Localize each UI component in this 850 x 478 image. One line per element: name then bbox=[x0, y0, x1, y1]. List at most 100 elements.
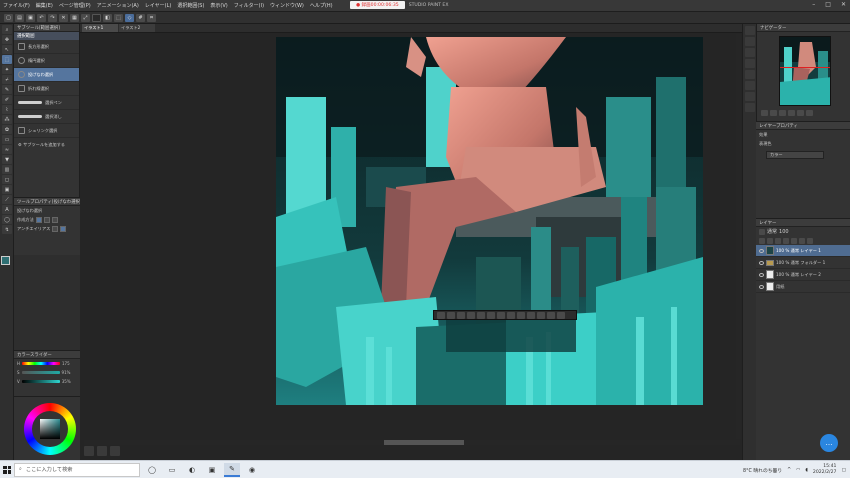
menu-view[interactable]: 表示(V) bbox=[207, 2, 230, 9]
close-icon[interactable]: ✕ bbox=[841, 1, 846, 8]
subtool-group-tab[interactable]: 選択範囲 bbox=[14, 32, 79, 40]
nav-rotate-right-icon[interactable] bbox=[797, 110, 804, 116]
menu-filter[interactable]: フィルター(I) bbox=[231, 2, 267, 9]
zoom-out-icon[interactable] bbox=[84, 446, 94, 456]
subtool-rect-select[interactable]: 長方形選択 bbox=[14, 40, 79, 54]
launcher-shrink-icon[interactable] bbox=[467, 311, 475, 319]
menu-window[interactable]: ウィンドウ(W) bbox=[267, 2, 307, 9]
minimize-icon[interactable]: – bbox=[812, 1, 815, 8]
selection-tool-icon[interactable]: ⬚ bbox=[2, 55, 12, 64]
sub-view-toggle-icon[interactable] bbox=[745, 37, 755, 46]
new-file-icon[interactable]: ▢ bbox=[4, 13, 13, 22]
subtool-polyline-select[interactable]: 折れ線選択 bbox=[14, 82, 79, 96]
open-file-icon[interactable]: ▤ bbox=[15, 13, 24, 22]
notification-icon[interactable]: ▢ bbox=[841, 468, 846, 473]
invert-selection-icon[interactable]: ◧ bbox=[103, 13, 112, 22]
recorder-app-icon[interactable]: ◉ bbox=[244, 463, 260, 477]
info-toggle-icon[interactable] bbox=[745, 103, 755, 112]
canvas-tab-1[interactable]: イラスト1 bbox=[82, 24, 118, 32]
hue-ring[interactable] bbox=[24, 403, 76, 455]
auto-select-icon[interactable]: ✦ bbox=[2, 65, 12, 74]
decoration-tool-icon[interactable]: ✿ bbox=[2, 125, 12, 134]
canvas-artwork[interactable] bbox=[276, 37, 703, 405]
material-toggle-icon[interactable] bbox=[745, 48, 755, 57]
menu-file[interactable]: ファイル(F) bbox=[0, 2, 33, 9]
weather-widget[interactable]: 8°C 晴れのち曇り bbox=[743, 467, 782, 474]
figure-tool-icon[interactable]: ◻ bbox=[2, 175, 12, 184]
operation-tool-icon[interactable]: ↖ bbox=[2, 45, 12, 54]
eyedropper-icon[interactable]: ⌿ bbox=[2, 75, 12, 84]
frame-tool-icon[interactable]: ▣ bbox=[2, 185, 12, 194]
move-tool-icon[interactable]: ✥ bbox=[2, 35, 12, 44]
canvas-tab-2[interactable]: イラスト2 bbox=[119, 24, 155, 32]
chevron-up-icon[interactable]: ^ bbox=[787, 468, 791, 473]
saturation-slider[interactable] bbox=[21, 371, 60, 374]
subtool-ellipse-select[interactable]: 楕円選択 bbox=[14, 54, 79, 68]
zoom-tool-icon[interactable]: ⌕ bbox=[2, 25, 12, 34]
delete-layer-icon[interactable] bbox=[807, 237, 813, 244]
balloon-tool-icon[interactable]: ◯ bbox=[2, 215, 12, 224]
deselect-icon[interactable] bbox=[92, 13, 101, 22]
canvas-vertical-scrollbar[interactable] bbox=[736, 34, 741, 439]
launcher-deselect-icon[interactable] bbox=[437, 311, 445, 319]
animation-cels-toggle-icon[interactable] bbox=[745, 92, 755, 101]
reference-layer-icon[interactable] bbox=[791, 237, 797, 244]
pencil-tool-icon[interactable]: ✐ bbox=[2, 95, 12, 104]
clock[interactable]: 15:41 2022/2/27 bbox=[813, 464, 837, 476]
hue-slider[interactable] bbox=[22, 362, 61, 365]
redo-icon[interactable]: ↷ bbox=[48, 13, 57, 22]
visibility-eye-icon[interactable] bbox=[759, 272, 764, 277]
menu-page[interactable]: ページ管理(P) bbox=[56, 2, 94, 9]
launcher-expand-icon[interactable] bbox=[457, 311, 465, 319]
visibility-eye-icon[interactable] bbox=[759, 260, 764, 265]
saturation-value-square[interactable] bbox=[40, 419, 60, 439]
nav-flip-icon[interactable] bbox=[806, 110, 813, 116]
fill-icon[interactable]: ▦ bbox=[70, 13, 79, 22]
visibility-eye-icon[interactable] bbox=[759, 284, 764, 289]
task-view-icon[interactable]: ◯ bbox=[144, 463, 160, 477]
transform-icon[interactable]: ⤢ bbox=[81, 13, 90, 22]
launcher-invert-icon[interactable] bbox=[447, 311, 455, 319]
fit-view-icon[interactable] bbox=[110, 446, 120, 456]
main-color-swatch[interactable] bbox=[1, 256, 10, 265]
launcher-new-layer-icon[interactable] bbox=[517, 311, 525, 319]
antialias-option-1[interactable] bbox=[52, 225, 59, 232]
volume-icon[interactable]: ◖ bbox=[805, 468, 808, 473]
navigator-preview[interactable] bbox=[779, 36, 831, 106]
gradient-tool-icon[interactable]: ▥ bbox=[2, 165, 12, 174]
value-slider[interactable] bbox=[21, 380, 60, 383]
antialias-option-2[interactable] bbox=[60, 225, 67, 232]
mask-icon[interactable] bbox=[799, 237, 805, 244]
snap-icon[interactable]: ◇ bbox=[125, 13, 134, 22]
ruler-icon[interactable]: ⌗ bbox=[147, 13, 156, 22]
nav-zoom-in-icon[interactable] bbox=[770, 110, 777, 116]
clear-icon[interactable]: ✕ bbox=[59, 13, 68, 22]
method-option-1[interactable] bbox=[35, 216, 42, 223]
pen-tool-icon[interactable]: ✎ bbox=[2, 85, 12, 94]
launcher-clear-icon[interactable] bbox=[477, 311, 485, 319]
subtool-selection-eraser[interactable]: 選択消し bbox=[14, 110, 79, 124]
visibility-eye-icon[interactable] bbox=[759, 248, 764, 253]
new-folder-icon[interactable] bbox=[775, 237, 781, 244]
layer-row[interactable]: 100 % 通常 フォルダー 1 bbox=[756, 257, 850, 269]
history-toggle-icon[interactable] bbox=[745, 59, 755, 68]
recording-tab[interactable]: ● 録画00:00:06:35 bbox=[350, 1, 405, 9]
layer-row[interactable]: 100 % 通常 レイヤー 1 bbox=[756, 245, 850, 257]
clip-layer-icon[interactable] bbox=[783, 237, 789, 244]
ruler-tool-icon[interactable]: ⟋ bbox=[2, 195, 12, 204]
menu-selection[interactable]: 選択範囲(S) bbox=[174, 2, 207, 9]
store-icon[interactable]: ▣ bbox=[204, 463, 220, 477]
menu-edit[interactable]: 編集(E) bbox=[33, 2, 56, 9]
layer-search-toggle-icon[interactable] bbox=[745, 81, 755, 90]
menu-help[interactable]: ヘルプ(H) bbox=[307, 2, 336, 9]
file-explorer-icon[interactable]: ▭ bbox=[164, 463, 180, 477]
layer-row[interactable]: 用紙 bbox=[756, 281, 850, 293]
menu-animation[interactable]: アニメーション(A) bbox=[94, 2, 142, 9]
method-option-2[interactable] bbox=[43, 216, 50, 223]
network-icon[interactable]: ◠ bbox=[796, 468, 800, 473]
correct-line-tool-icon[interactable]: ↯ bbox=[2, 225, 12, 234]
clip-studio-icon[interactable]: ✎ bbox=[224, 462, 240, 477]
launcher-fill-icon[interactable] bbox=[507, 311, 515, 319]
scroll-thumb[interactable] bbox=[384, 440, 464, 445]
method-option-3[interactable] bbox=[51, 216, 58, 223]
